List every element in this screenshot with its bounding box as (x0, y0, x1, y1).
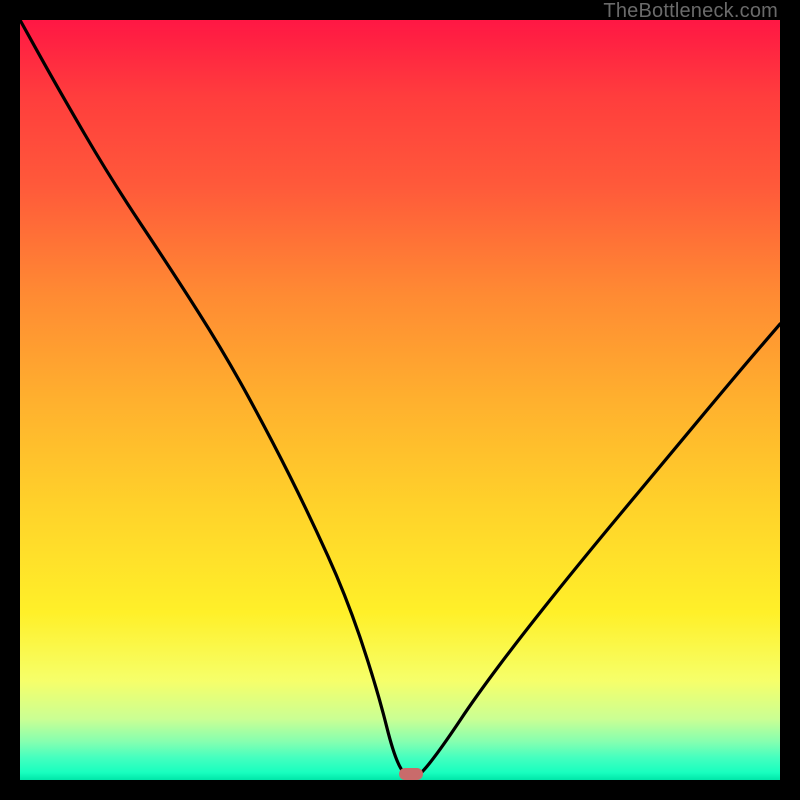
plot-area (20, 20, 780, 780)
optimal-point-marker (399, 768, 423, 780)
chart-frame: TheBottleneck.com (0, 0, 800, 800)
bottleneck-curve (20, 20, 780, 780)
curve-path (20, 20, 780, 777)
watermark-text: TheBottleneck.com (603, 0, 778, 23)
